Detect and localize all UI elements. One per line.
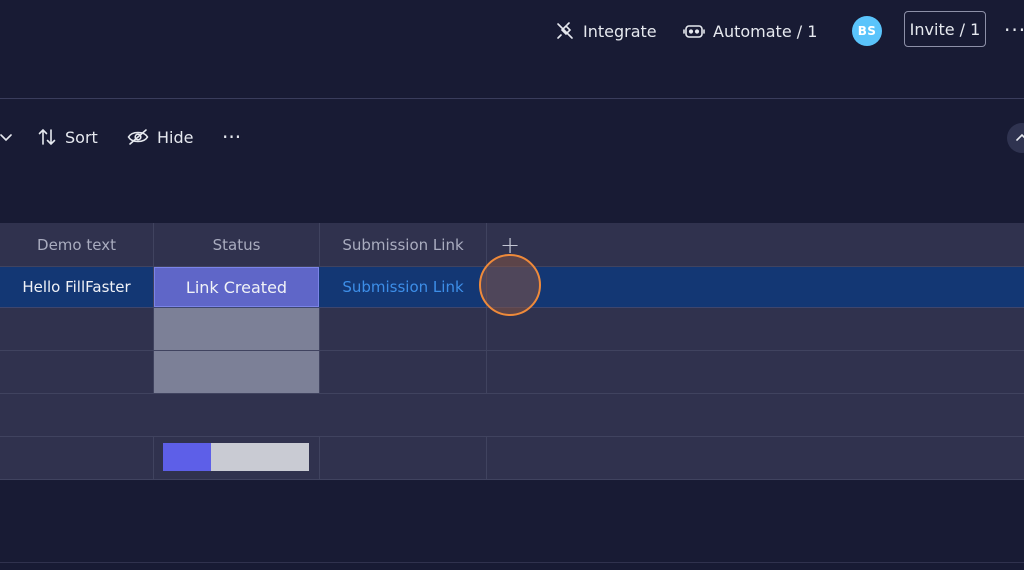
eye-slash-icon	[127, 129, 149, 145]
sort-icon	[38, 128, 56, 146]
hide-label: Hide	[157, 127, 194, 147]
robot-icon	[683, 25, 705, 38]
integrate-label: Integrate	[583, 21, 657, 41]
filter-dropdown-chevron[interactable]	[0, 123, 12, 151]
submission-link-cell[interactable]: Submission Link	[320, 267, 487, 307]
summary-row	[0, 437, 1024, 480]
empty-cell	[320, 308, 487, 350]
status-cell[interactable]: Link Created	[154, 267, 319, 307]
add-item-row[interactable]	[0, 394, 1024, 437]
demo-text-cell[interactable]: Hello FillFaster	[0, 267, 154, 307]
submission-link[interactable]: Submission Link	[342, 278, 463, 296]
header-divider	[0, 98, 1024, 99]
column-header-status[interactable]: Status	[154, 223, 320, 266]
chevron-down-icon	[0, 134, 12, 142]
status-progress-bar[interactable]	[163, 443, 309, 471]
sort-label: Sort	[65, 127, 98, 147]
click-indicator	[479, 254, 541, 316]
column-header-submission-link[interactable]: Submission Link	[320, 223, 487, 266]
avatar[interactable]: BS	[852, 16, 882, 46]
table-row[interactable]	[0, 351, 1024, 394]
automate-label: Automate / 1	[713, 21, 818, 41]
sort-button[interactable]: Sort	[37, 123, 98, 151]
integrate-button[interactable]: Integrate	[555, 17, 657, 45]
column-header-demo-text[interactable]: Demo text	[0, 223, 154, 266]
progress-done-segment	[163, 443, 212, 471]
automate-button[interactable]: Automate / 1	[683, 17, 817, 45]
empty-status-cell[interactable]	[154, 351, 320, 393]
empty-cell	[487, 267, 1024, 307]
empty-cell	[0, 351, 154, 393]
board-header: Integrate Automate / 1 BS Invite / 1 ···	[0, 0, 1024, 98]
empty-cell	[0, 308, 154, 350]
empty-cell	[0, 437, 154, 479]
collapse-button[interactable]	[1007, 123, 1024, 153]
empty-cell	[320, 437, 487, 479]
hide-button[interactable]: Hide	[127, 123, 193, 151]
empty-status-cell[interactable]	[154, 308, 320, 350]
progress-remaining-segment	[211, 443, 309, 471]
empty-cell	[320, 351, 487, 393]
more-options-icon[interactable]: ···	[1004, 18, 1024, 42]
plug-icon	[557, 22, 573, 39]
bottom-divider	[0, 562, 1024, 563]
invite-button[interactable]: Invite / 1	[904, 11, 986, 47]
toolbar-more-icon[interactable]: ···	[222, 123, 241, 151]
chevron-up-icon	[1016, 133, 1024, 141]
